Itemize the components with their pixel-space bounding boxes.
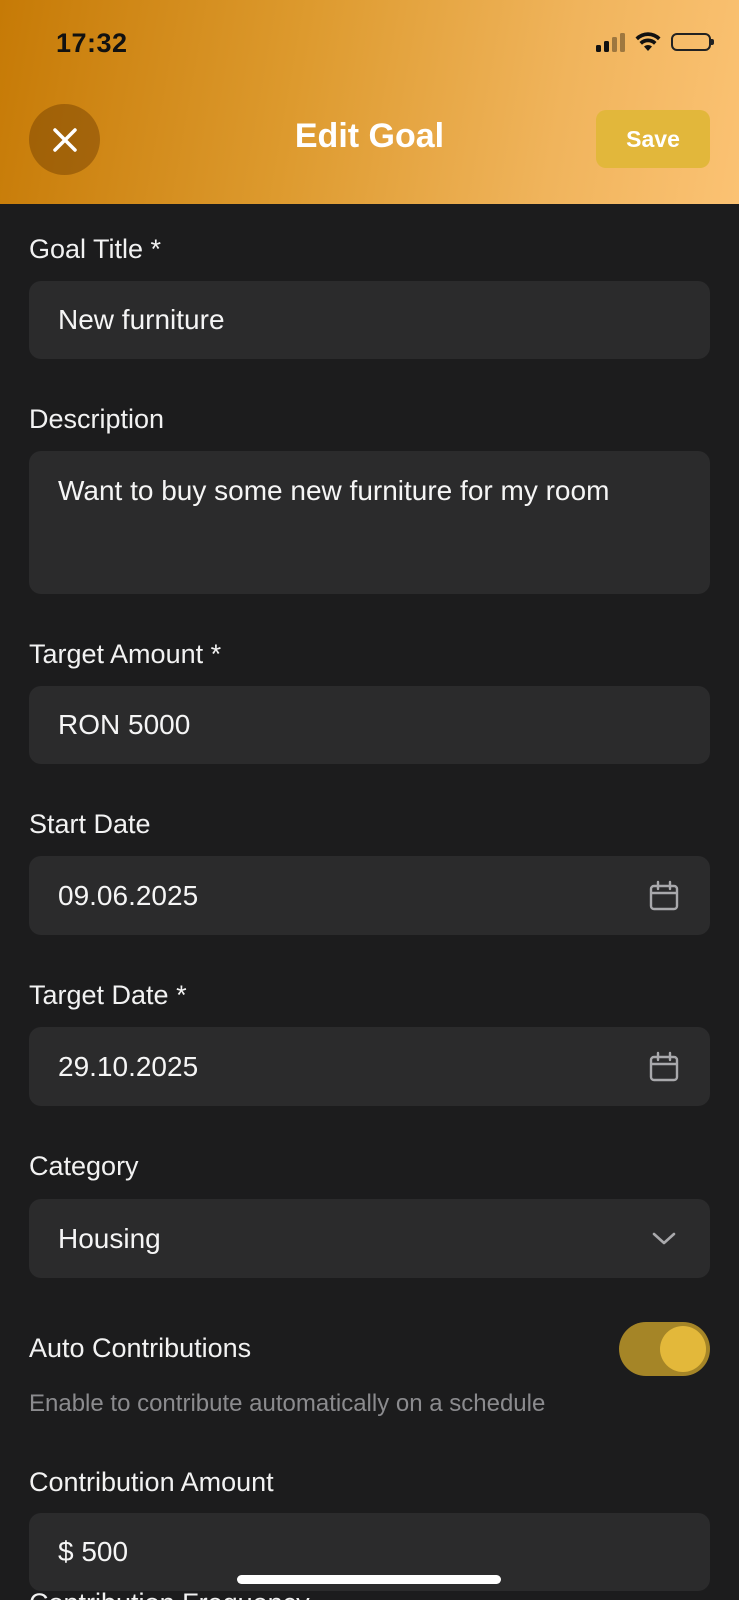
start-date-picker[interactable]: 09.06.2025 (29, 856, 710, 935)
home-indicator[interactable] (237, 1575, 501, 1584)
category-value: Housing (58, 1222, 161, 1254)
start-date-value: 09.06.2025 (58, 879, 199, 911)
start-date-label: Start Date (29, 809, 151, 839)
wifi-icon (635, 32, 661, 51)
category-label: Category (29, 1151, 139, 1181)
goal-title-label: Goal Title * (29, 234, 162, 264)
cellular-signal-icon (596, 32, 625, 52)
edit-goal-screen: 17:32 Edit Goal Save Goal Title * New fu… (0, 0, 739, 1600)
status-icons (596, 32, 714, 52)
toggle-knob (660, 1326, 706, 1372)
contribution-amount-label: Contribution Amount (29, 1467, 274, 1497)
target-date-picker[interactable]: 29.10.2025 (29, 1027, 710, 1106)
status-time: 17:32 (56, 28, 128, 58)
auto-contributions-label: Auto Contributions (29, 1333, 252, 1363)
contribution-frequency-label: Contribution Frequency (29, 1588, 310, 1600)
description-input[interactable]: Want to buy some new furniture for my ro… (29, 451, 710, 594)
header: 17:32 Edit Goal Save (0, 0, 739, 204)
description-label: Description (29, 404, 165, 434)
goal-title-input[interactable]: New furniture (29, 281, 710, 359)
contribution-amount-value: $ 500 (58, 1536, 129, 1567)
auto-contributions-toggle[interactable] (619, 1322, 710, 1376)
target-amount-label: Target Amount * (29, 639, 222, 669)
target-date-label: Target Date * (29, 980, 187, 1010)
goal-title-value: New furniture (58, 304, 225, 335)
target-amount-input[interactable]: RON 5000 (29, 686, 710, 764)
target-amount-value: RON 5000 (58, 709, 191, 740)
auto-contributions-helper: Enable to contribute automatically on a … (29, 1390, 546, 1417)
save-button[interactable]: Save (596, 110, 710, 168)
target-date-value: 29.10.2025 (58, 1050, 199, 1082)
category-select[interactable]: Housing (29, 1199, 710, 1278)
chevron-down-icon (648, 1223, 680, 1255)
calendar-icon[interactable] (648, 880, 680, 912)
battery-icon (671, 33, 714, 51)
description-value: Want to buy some new furniture for my ro… (58, 475, 610, 506)
calendar-icon[interactable] (648, 1051, 680, 1083)
